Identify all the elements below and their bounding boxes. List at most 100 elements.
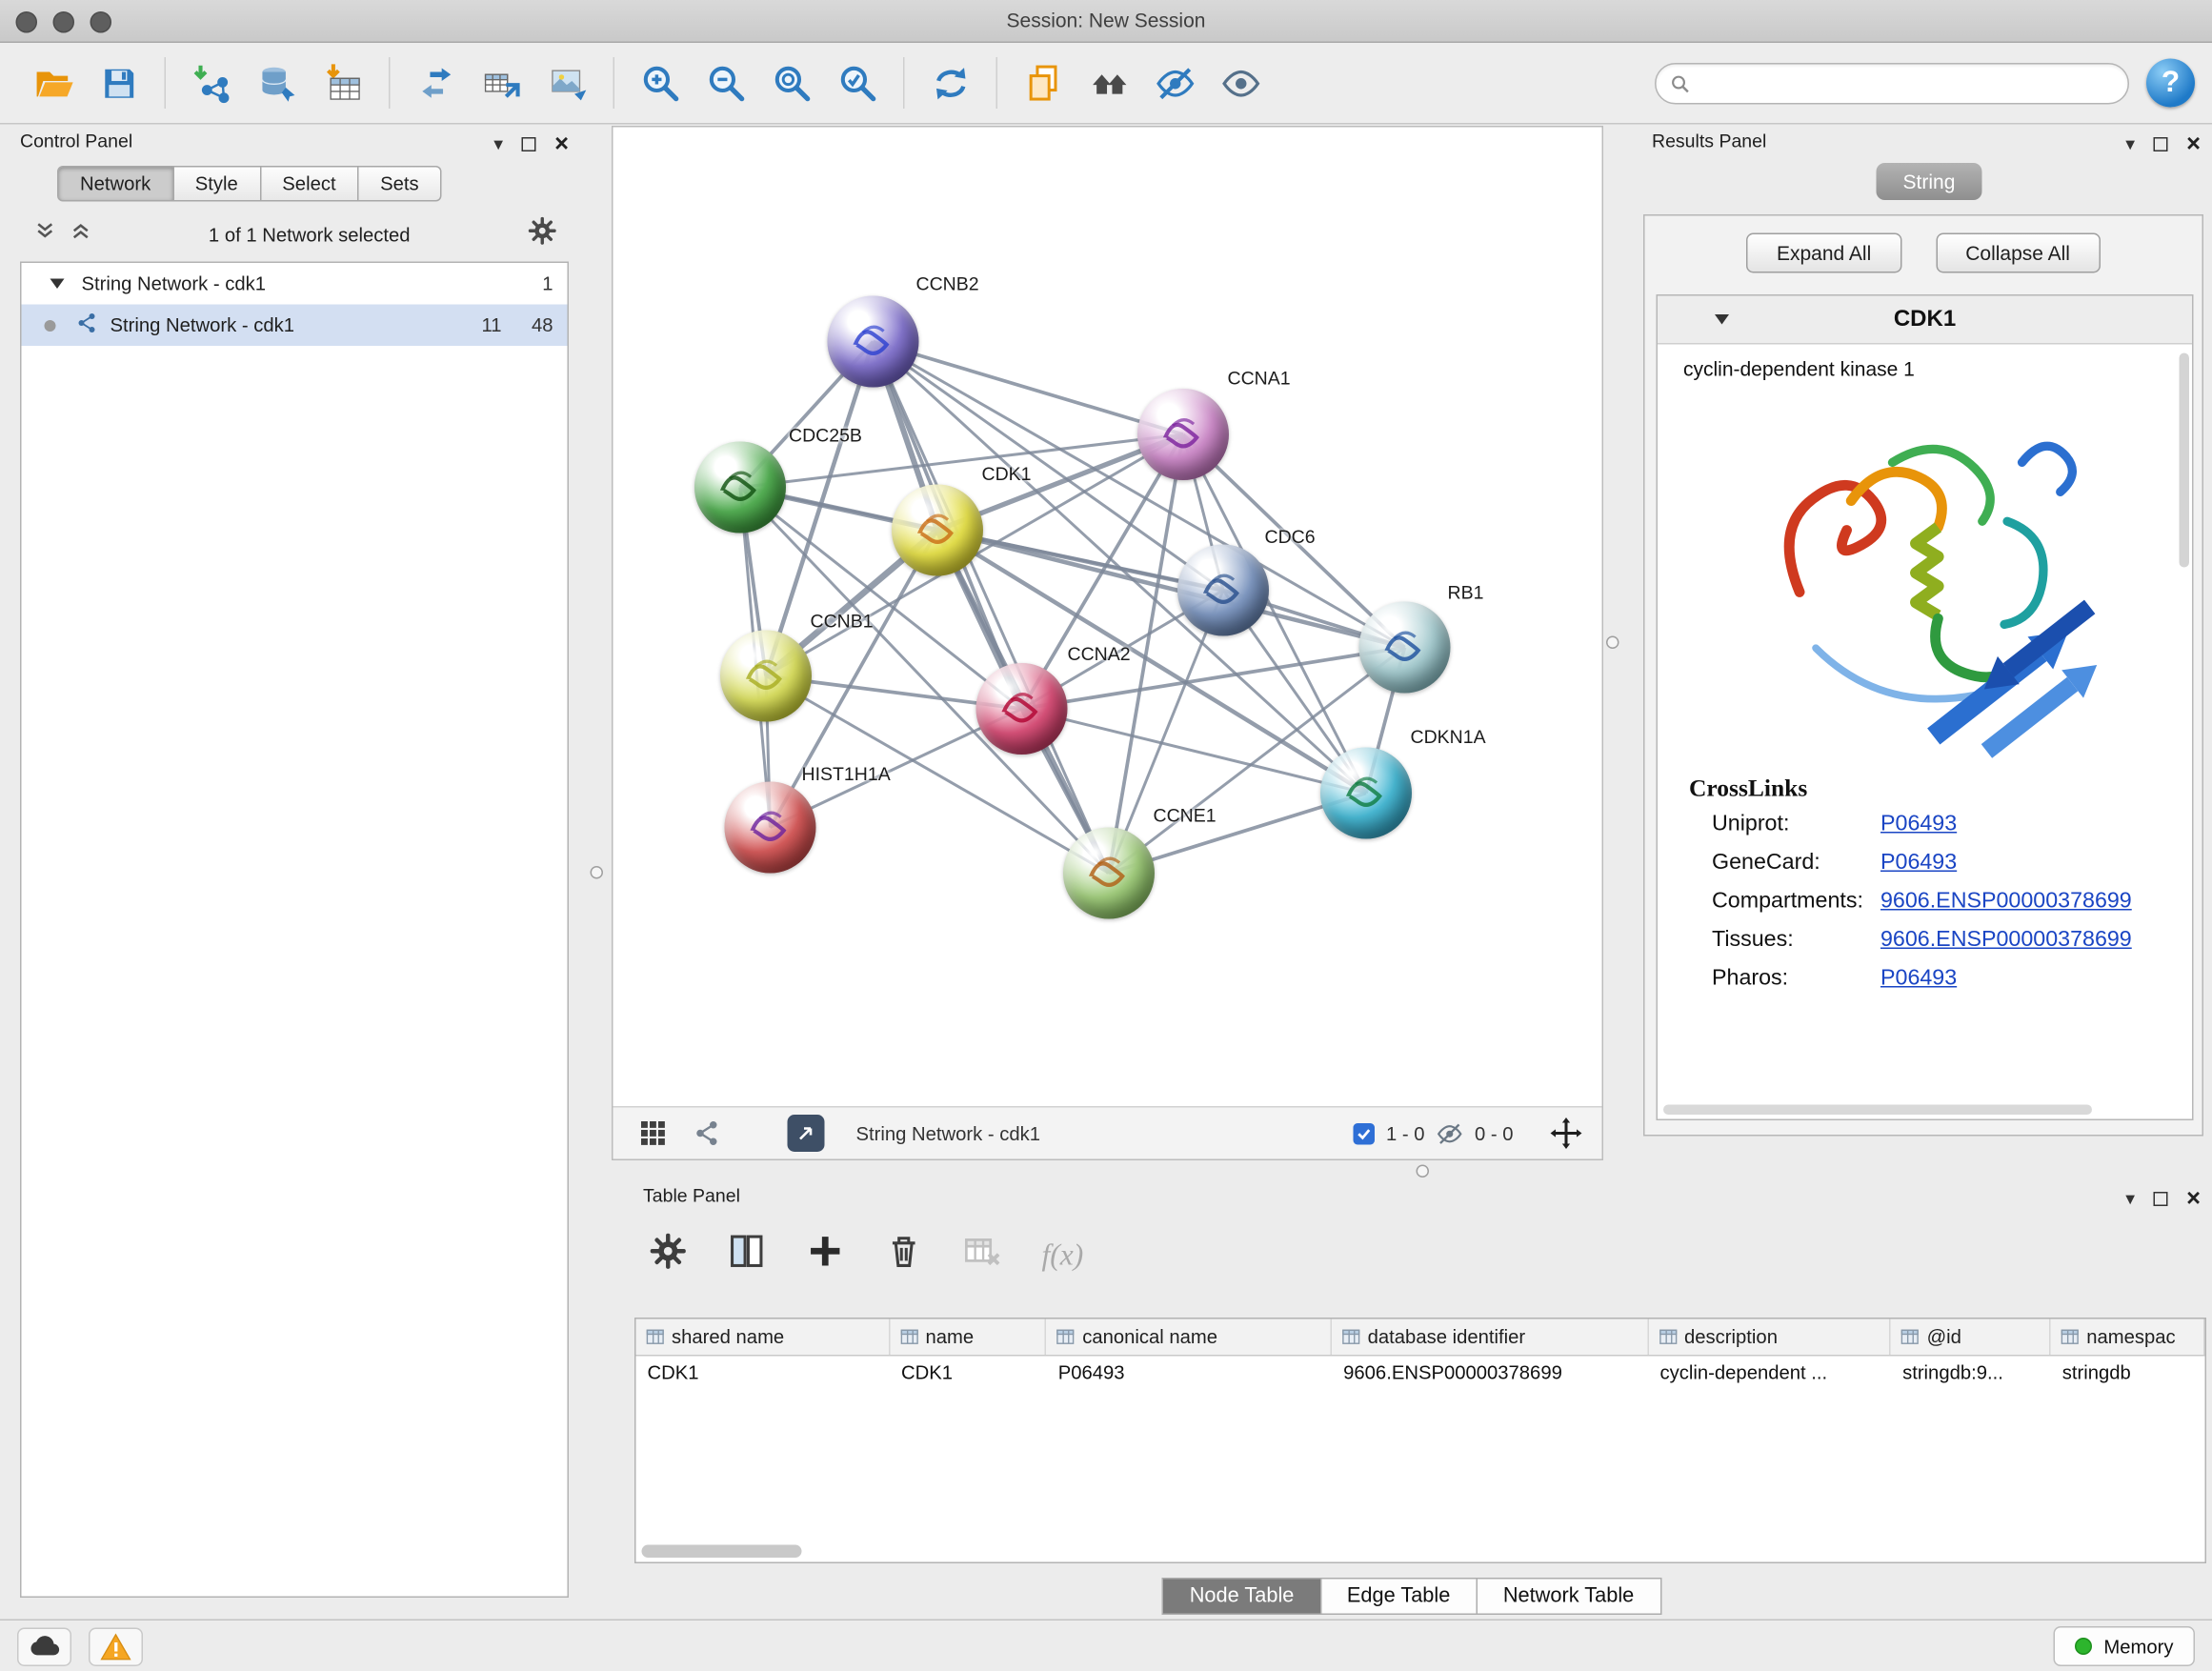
table-cell[interactable]: stringdb:9... bbox=[1891, 1357, 2051, 1393]
hide-selected-eye-icon[interactable] bbox=[1142, 51, 1208, 114]
control-panel-float-icon[interactable]: ▾ bbox=[493, 134, 503, 153]
network-node-cdc25b[interactable] bbox=[694, 442, 786, 534]
import-table-icon[interactable] bbox=[311, 51, 376, 114]
network-node-rb1[interactable] bbox=[1359, 602, 1451, 694]
expand-all-networks-icon[interactable] bbox=[70, 220, 92, 249]
tab-network[interactable]: Network bbox=[57, 166, 173, 202]
grid-view-icon[interactable] bbox=[639, 1119, 668, 1148]
table-cell[interactable]: P06493 bbox=[1047, 1357, 1332, 1393]
network-edge[interactable] bbox=[874, 342, 1110, 874]
network-node-ccna2[interactable] bbox=[976, 663, 1068, 755]
network-node-ccna1[interactable] bbox=[1137, 389, 1229, 480]
gene-box-horizontal-scrollbar[interactable] bbox=[1663, 1105, 2092, 1116]
column-header-shared-name[interactable]: shared name bbox=[636, 1319, 891, 1356]
search-input[interactable] bbox=[1699, 73, 2114, 95]
column-header-namespac[interactable]: namespac bbox=[2051, 1319, 2205, 1356]
gene-header[interactable]: CDK1 bbox=[1658, 296, 2192, 345]
tab-network-table[interactable]: Network Table bbox=[1478, 1578, 1661, 1615]
table-to-network-icon[interactable] bbox=[469, 51, 534, 114]
network-options-gear-icon[interactable] bbox=[528, 216, 558, 253]
selected-checkbox-icon[interactable] bbox=[1353, 1122, 1375, 1144]
cloud-button[interactable] bbox=[17, 1627, 71, 1666]
table-cell[interactable]: stringdb bbox=[2051, 1357, 2205, 1393]
zoom-in-icon[interactable] bbox=[628, 51, 694, 114]
warning-button[interactable] bbox=[89, 1627, 143, 1666]
results-panel-float-icon[interactable]: ▾ bbox=[2125, 134, 2135, 153]
crosslink-link[interactable]: P06493 bbox=[1880, 812, 1957, 837]
memory-button[interactable]: Memory bbox=[2054, 1626, 2195, 1666]
network-list-icon[interactable] bbox=[694, 1119, 722, 1148]
network-edge[interactable] bbox=[937, 531, 1405, 648]
table-cell[interactable]: cyclin-dependent ... bbox=[1649, 1357, 1892, 1393]
network-node-ccnb2[interactable] bbox=[828, 296, 919, 388]
tab-select[interactable]: Select bbox=[261, 166, 359, 202]
tab-sets[interactable]: Sets bbox=[359, 166, 442, 202]
column-header-database-identifier[interactable]: database identifier bbox=[1332, 1319, 1648, 1356]
refresh-icon[interactable] bbox=[917, 51, 983, 114]
gene-box-vertical-scrollbar[interactable] bbox=[2180, 353, 2190, 568]
function-builder-icon-disabled: f(x) bbox=[1042, 1237, 1084, 1273]
collection-expand-icon[interactable] bbox=[50, 279, 65, 290]
open-folder-icon[interactable] bbox=[20, 51, 86, 114]
add-column-icon[interactable] bbox=[806, 1232, 845, 1278]
pan-move-icon[interactable] bbox=[1551, 1117, 1582, 1149]
network-node-cdc6[interactable] bbox=[1177, 545, 1269, 636]
search-box[interactable] bbox=[1655, 63, 2129, 105]
network-node-hist1h1a[interactable] bbox=[725, 782, 816, 874]
save-session-icon[interactable] bbox=[86, 51, 151, 114]
zoom-selected-icon[interactable] bbox=[825, 51, 891, 114]
network-merge-icon[interactable] bbox=[403, 51, 469, 114]
import-database-icon[interactable] bbox=[245, 51, 311, 114]
crosslink-link[interactable]: P06493 bbox=[1880, 966, 1957, 992]
left-splitter-handle[interactable] bbox=[591, 866, 604, 879]
table-cell[interactable]: CDK1 bbox=[890, 1357, 1047, 1393]
show-eye-icon[interactable] bbox=[1208, 51, 1274, 114]
tab-node-table[interactable]: Node Table bbox=[1162, 1578, 1321, 1615]
crosslink-link[interactable]: 9606.ENSP00000378699 bbox=[1880, 889, 2132, 915]
delete-column-icon[interactable] bbox=[885, 1232, 924, 1278]
network-row-selected[interactable]: String Network - cdk1 11 48 bbox=[22, 305, 568, 347]
crosslink-link[interactable]: 9606.ENSP00000378699 bbox=[1880, 928, 2132, 954]
network-node-ccne1[interactable] bbox=[1063, 828, 1155, 919]
collapse-all-networks-icon[interactable] bbox=[34, 220, 56, 249]
zoom-fit-icon[interactable] bbox=[759, 51, 825, 114]
zoom-out-icon[interactable] bbox=[694, 51, 759, 114]
table-settings-gear-icon[interactable] bbox=[649, 1232, 688, 1278]
table-cell[interactable]: 9606.ENSP00000378699 bbox=[1332, 1357, 1648, 1393]
collapse-all-button[interactable]: Collapse All bbox=[1936, 233, 2101, 273]
column-header-description[interactable]: description bbox=[1649, 1319, 1892, 1356]
table-row[interactable]: CDK1CDK1P064939606.ENSP00000378699cyclin… bbox=[636, 1357, 2205, 1393]
right-splitter-handle[interactable] bbox=[1606, 636, 1619, 650]
network-node-cdk1[interactable] bbox=[892, 485, 983, 576]
results-tab-string[interactable]: String bbox=[1877, 163, 1982, 200]
table-panel-close-icon[interactable]: × bbox=[2186, 1186, 2201, 1211]
tab-style[interactable]: Style bbox=[173, 166, 261, 202]
control-panel-close-icon[interactable]: × bbox=[554, 131, 569, 156]
results-panel-maximize-icon[interactable] bbox=[2154, 136, 2168, 151]
network-edge[interactable] bbox=[874, 342, 1184, 435]
birdseye-icon[interactable] bbox=[1076, 51, 1142, 114]
duplicate-document-icon[interactable] bbox=[1011, 51, 1076, 114]
show-columns-icon[interactable] bbox=[728, 1232, 767, 1278]
table-panel-float-icon[interactable]: ▾ bbox=[2125, 1189, 2135, 1208]
column-header-name[interactable]: name bbox=[890, 1319, 1047, 1356]
table-cell[interactable]: CDK1 bbox=[636, 1357, 891, 1393]
column-header-canonical-name[interactable]: canonical name bbox=[1047, 1319, 1332, 1356]
results-panel-close-icon[interactable]: × bbox=[2186, 131, 2201, 156]
control-panel-maximize-icon[interactable] bbox=[522, 136, 536, 151]
table-panel-maximize-icon[interactable] bbox=[2154, 1191, 2168, 1205]
export-image-icon[interactable] bbox=[534, 51, 600, 114]
help-button[interactable]: ? bbox=[2146, 59, 2195, 108]
network-canvas[interactable]: CCNB2CCNA1CDC25BCDK1CDC6RB1CCNB1CCNA2CDK… bbox=[613, 128, 1602, 1110]
crosslink-link[interactable]: P06493 bbox=[1880, 851, 1957, 876]
column-header-@id[interactable]: @id bbox=[1891, 1319, 2051, 1356]
network-node-cdkn1a[interactable] bbox=[1320, 748, 1412, 839]
network-node-ccnb1[interactable] bbox=[720, 631, 812, 722]
tab-edge-table[interactable]: Edge Table bbox=[1321, 1578, 1478, 1615]
gene-collapse-icon[interactable] bbox=[1715, 314, 1729, 325]
table-horizontal-scrollbar[interactable] bbox=[642, 1545, 802, 1559]
expand-all-button[interactable]: Expand All bbox=[1746, 233, 1900, 273]
network-collection-row[interactable]: String Network - cdk1 1 bbox=[22, 263, 568, 305]
open-in-new-window-button[interactable] bbox=[788, 1115, 825, 1152]
import-network-icon[interactable] bbox=[179, 51, 245, 114]
